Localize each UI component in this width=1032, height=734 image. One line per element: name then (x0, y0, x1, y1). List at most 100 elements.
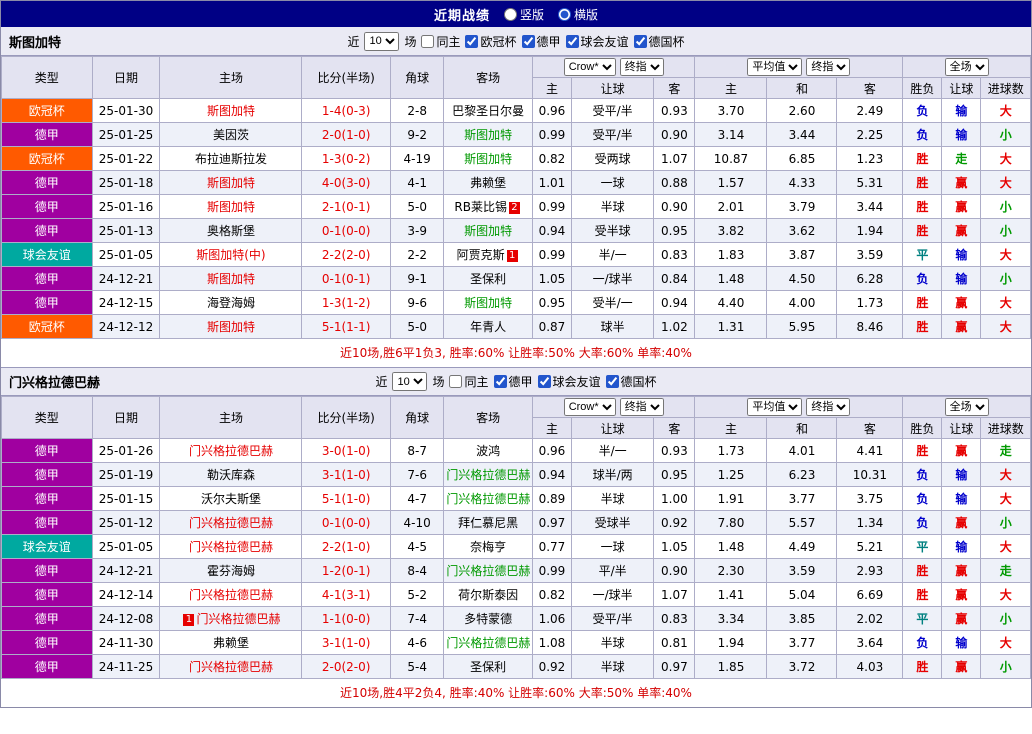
away-team: 门兴格拉德巴赫 (443, 462, 533, 487)
league-filter-option[interactable]: 球会友谊 (565, 33, 629, 50)
avg-draw-odds: 3.85 (766, 606, 838, 631)
odds-source-select[interactable]: Crow* (563, 58, 616, 76)
avg-home-odds: 1.48 (694, 266, 768, 291)
avg-stage-select[interactable]: 终指 (806, 58, 851, 76)
home-odds: 0.96 (531, 98, 573, 123)
handicap: 半/一 (570, 438, 655, 463)
home-team-name: 美因茨 (212, 128, 249, 142)
vertical-layout-radio[interactable] (503, 7, 517, 21)
competition-type: 德甲 (1, 266, 93, 291)
avg-away-odds: 1.23 (836, 146, 904, 171)
scope-select[interactable]: 全场 (944, 398, 989, 416)
same-home-option[interactable]: 同主 (421, 33, 460, 50)
avg-source-select[interactable]: 平均值 (747, 58, 803, 76)
away-odds: 0.88 (653, 170, 696, 195)
corners: 4-10 (389, 510, 445, 535)
league-filter-checkbox[interactable] (465, 34, 479, 48)
column-header: 主场 (159, 56, 303, 99)
result-goals: 走 (980, 438, 1031, 463)
home-odds: 1.06 (531, 606, 573, 631)
league-filter-checkbox[interactable] (565, 34, 579, 48)
layout-option-horizontal[interactable]: 横版 (558, 6, 598, 23)
corners: 3-9 (389, 218, 445, 243)
league-filter-option[interactable]: 球会友谊 (537, 373, 601, 390)
odds-stage-select[interactable]: 终指 (619, 398, 664, 416)
away-team-name: 斯图加特 (464, 224, 513, 238)
result-handicap: 赢 (941, 194, 982, 219)
home-team: 斯图加特 (159, 170, 303, 195)
layout-option-vertical[interactable]: 竖版 (503, 6, 544, 23)
result-handicap: 赢 (941, 606, 982, 631)
avg-home-odds: 10.87 (694, 146, 768, 171)
match-row: 德甲 24-11-30 弗赖堡 3-1(1-0) 4-6 门兴格拉德巴赫 1.08 半球 0.8… (1, 630, 1031, 655)
league-filter-option[interactable]: 德甲 (521, 33, 561, 50)
same-home-checkbox[interactable] (421, 34, 435, 48)
same-home-checkbox[interactable] (449, 375, 463, 388)
home-team: 斯图加特 (159, 266, 303, 291)
recent-count-select[interactable]: 10 (392, 372, 428, 391)
avg-draw-odds: 6.23 (766, 462, 838, 487)
corners: 4-1 (389, 170, 445, 195)
sub-column-header: 客 (653, 77, 696, 99)
match-row: 德甲 25-01-19 勒沃库森 3-1(1-0) 7-6 门兴格拉德巴赫 0.94 球半/两… (1, 462, 1031, 487)
home-team-name: 斯图加特 (206, 272, 255, 286)
league-filter-checkbox[interactable] (605, 375, 619, 388)
home-team: 布拉迪斯拉发 (159, 146, 303, 171)
match-row: 德甲 25-01-26 门兴格拉德巴赫 3-0(1-0) 8-7 波鸿 0.96 半/一 0.9… (1, 438, 1031, 463)
odds-stage-select[interactable]: 终指 (619, 58, 664, 76)
match-date: 24-12-21 (91, 558, 161, 583)
matches-table: 类型 日期 主场 比分(半场) 角球 客场 Crow* 终指 平均值 终指 全场主让球客主和客胜负让… (1, 56, 1031, 339)
sub-column-header: 进球数 (980, 417, 1031, 439)
league-filter-option[interactable]: 德国杯 (605, 373, 657, 390)
corners: 4-7 (389, 486, 445, 511)
corners: 2-8 (389, 98, 445, 123)
corners: 5-4 (389, 654, 445, 679)
league-filter-option[interactable]: 德甲 (493, 373, 533, 390)
match-date: 25-01-19 (91, 462, 161, 487)
score: 5-1(1-1) (301, 314, 391, 339)
avg-home-odds: 1.25 (694, 462, 768, 487)
corners: 4-6 (389, 630, 445, 655)
handicap: 受半/一 (570, 290, 655, 315)
header-select-cell: Crow* 终指 (531, 396, 696, 418)
away-team-name: 巴黎圣日尔曼 (452, 104, 525, 118)
league-filter-checkbox[interactable] (537, 375, 551, 388)
home-odds: 0.95 (531, 290, 573, 315)
topbar: 近期战绩 竖版 横版 (1, 1, 1031, 27)
league-filter-option[interactable]: 欧冠杯 (465, 33, 517, 50)
away-team-name: 年青人 (470, 320, 507, 334)
score: 1-3(1-2) (301, 290, 391, 315)
home-team-name: 门兴格拉德巴赫 (196, 612, 281, 626)
handicap: 一球 (570, 534, 655, 559)
match-date: 24-12-12 (91, 314, 161, 339)
handicap: 受平/半 (570, 98, 655, 123)
record-summary: 近10场,胜6平1负3, 胜率:60% 让胜率:50% 大率:60% 单率:40… (1, 339, 1031, 367)
odds-source-select[interactable]: Crow* (563, 398, 616, 416)
corners: 8-4 (389, 558, 445, 583)
away-team: 巴黎圣日尔曼 (443, 98, 533, 123)
league-filter-label: 欧冠杯 (480, 34, 517, 49)
home-odds: 1.01 (531, 170, 573, 195)
horizontal-layout-radio[interactable] (558, 7, 571, 21)
league-filter-checkbox[interactable] (633, 34, 647, 48)
avg-away-odds: 8.46 (836, 314, 904, 339)
same-home-option[interactable]: 同主 (449, 373, 489, 390)
avg-stage-select[interactable]: 终指 (806, 398, 851, 416)
result-outcome: 胜 (902, 290, 943, 315)
corners: 4-5 (389, 534, 445, 559)
league-filter-checkbox[interactable] (521, 34, 535, 48)
home-odds: 1.05 (531, 266, 573, 291)
league-filter-checkbox[interactable] (493, 375, 507, 388)
away-odds: 0.95 (653, 462, 696, 487)
result-outcome: 胜 (902, 558, 943, 583)
recent-count-select[interactable]: 10 (364, 31, 400, 51)
score: 2-2(1-0) (301, 534, 391, 559)
league-filter-option[interactable]: 德国杯 (633, 33, 685, 50)
home-team-name: 勒沃库森 (206, 468, 255, 482)
avg-source-select[interactable]: 平均值 (747, 398, 803, 416)
match-date: 25-01-05 (91, 242, 161, 267)
scope-select[interactable]: 全场 (944, 58, 989, 76)
score: 0-1(0-0) (301, 510, 391, 535)
corners: 5-0 (389, 314, 445, 339)
competition-type: 欧冠杯 (1, 314, 93, 339)
